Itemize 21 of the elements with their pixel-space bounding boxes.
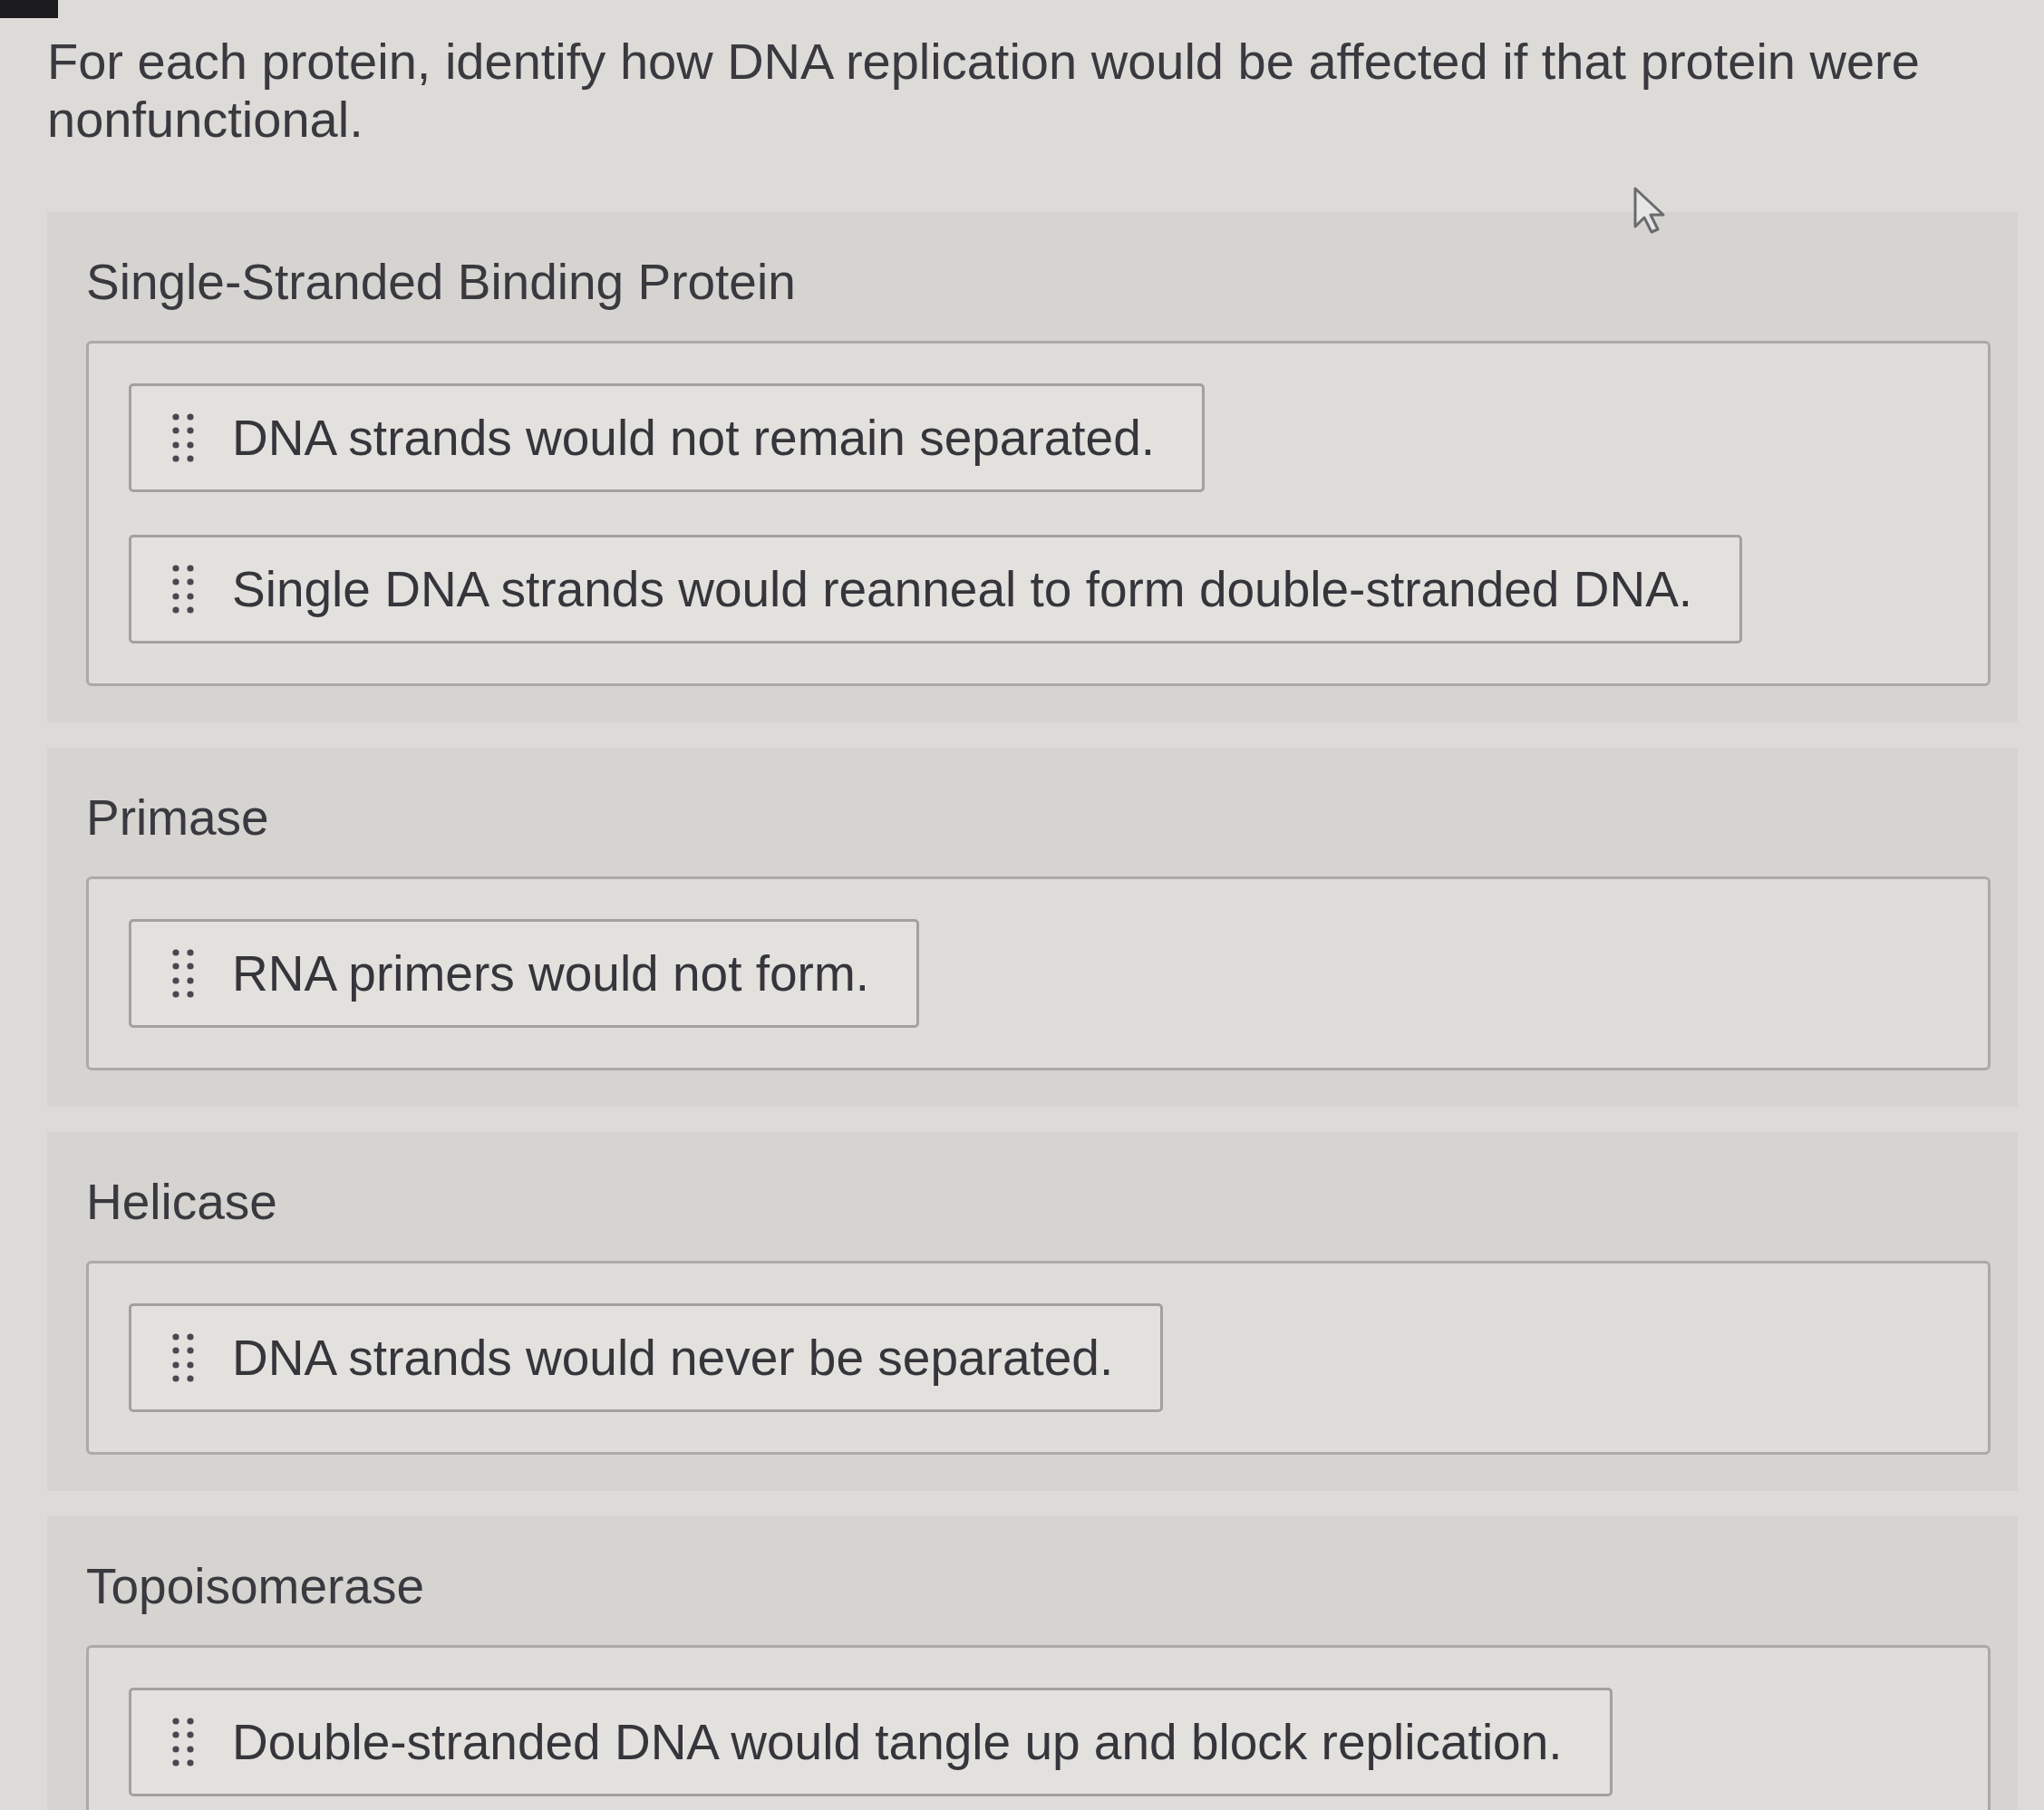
drag-handle-icon[interactable] [172,1333,194,1382]
question-prompt: For each protein, identify how DNA replication would be affected if that protein were nonfunctional. [47,33,1921,149]
drag-handle-icon[interactable] [172,413,194,462]
drop-zone[interactable]: Double-stranded DNA would tangle up and block replication. [86,1645,1991,1810]
drag-handle-icon[interactable] [172,949,194,998]
drop-zone[interactable]: DNA strands would not remain separated. Single DNA strands would reanneal to form double-stranded DNA. [86,341,1991,686]
drop-zone[interactable]: RNA primers would not form. [86,876,1991,1070]
category-title: Primase [86,789,269,847]
category-title: Topoisomerase [86,1557,424,1616]
dark-bar [0,0,58,18]
drop-zone[interactable]: DNA strands would never be separated. [86,1261,1991,1455]
answer-card[interactable]: Single DNA strands would reanneal to form double-stranded DNA. [129,535,1743,644]
answer-card[interactable]: Double-stranded DNA would tangle up and block replication. [129,1688,1613,1796]
category-title: Helicase [86,1173,277,1232]
answer-card[interactable]: DNA strands would not remain separated. [129,383,1206,492]
drag-handle-icon[interactable] [172,565,194,614]
drag-handle-icon[interactable] [172,1718,194,1766]
category-title: Single-Stranded Binding Protein [86,253,796,312]
mouse-pointer-icon [1633,187,1666,234]
answer-card[interactable]: DNA strands would never be separated. [129,1303,1164,1412]
answer-card[interactable]: RNA primers would not form. [129,919,919,1028]
